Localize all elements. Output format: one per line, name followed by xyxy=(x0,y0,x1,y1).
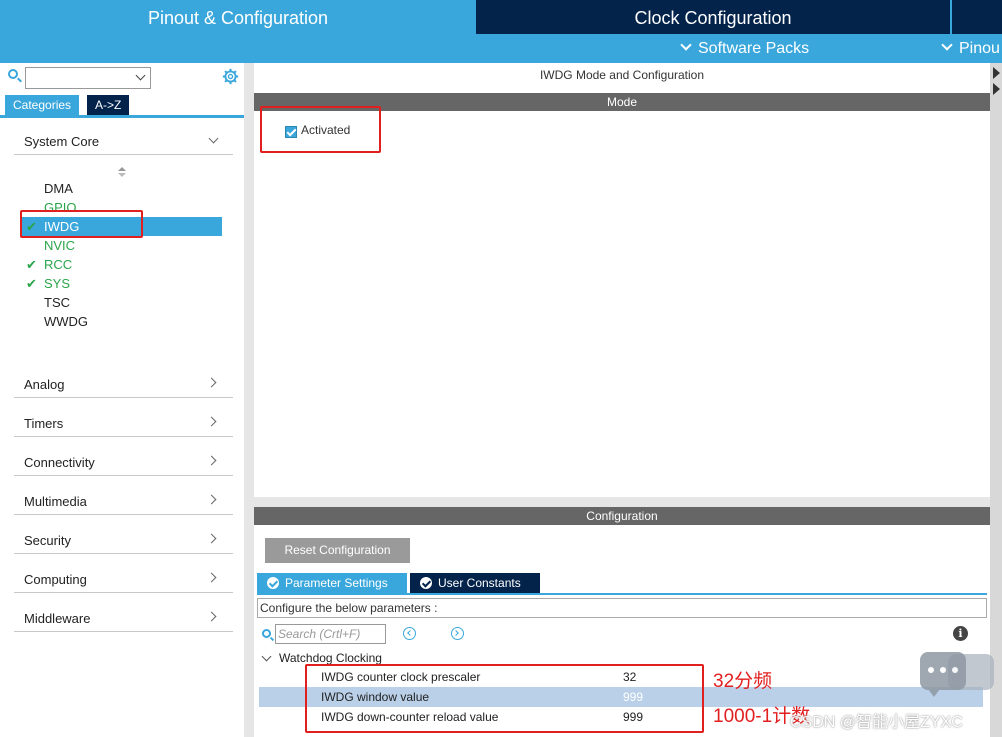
group-label: Multimedia xyxy=(24,494,87,509)
tab-label: Parameter Settings xyxy=(285,576,388,590)
annotation-box-iwdg xyxy=(20,210,143,238)
gear-icon[interactable] xyxy=(222,68,239,85)
configure-instructions: Configure the below parameters : xyxy=(257,598,987,618)
chevron-down-icon[interactable] xyxy=(261,651,272,662)
reset-configuration-button[interactable]: Reset Configuration xyxy=(265,538,410,563)
peripheral-label: TSC xyxy=(44,295,70,310)
check-circle-icon xyxy=(267,577,279,589)
tab-label: User Constants xyxy=(438,576,521,590)
tab-categories[interactable]: Categories xyxy=(5,95,80,115)
group-item[interactable]: Timers xyxy=(14,407,233,437)
tab-underline xyxy=(0,115,244,118)
tree-group-watchdog-clocking[interactable]: Watchdog Clocking xyxy=(279,651,382,665)
right-side-scrollbar[interactable] xyxy=(990,63,1002,737)
group-item[interactable]: Analog xyxy=(14,368,233,398)
chevron-down-icon xyxy=(208,133,219,144)
group-system-core[interactable]: System Core xyxy=(14,125,233,155)
peripheral-item[interactable]: ✔ SYS xyxy=(22,274,222,293)
left-panel-splitter[interactable] xyxy=(244,63,254,737)
tab-parameter-settings[interactable]: Parameter Settings xyxy=(257,573,407,593)
chevron-down-icon xyxy=(680,39,692,51)
pinout-menu[interactable]: Pinou xyxy=(941,34,1000,63)
annotation-prescaler-note: 32分频 xyxy=(713,671,773,692)
tab-underline xyxy=(257,593,987,595)
panel-splitter[interactable] xyxy=(254,497,990,507)
group-label: Computing xyxy=(24,572,87,587)
sort-icon[interactable] xyxy=(118,167,126,177)
previous-result-icon[interactable] xyxy=(403,627,416,640)
peripheral-item[interactable]: WWDG xyxy=(22,312,222,331)
peripheral-item[interactable]: DMA xyxy=(22,179,222,198)
check-circle-icon xyxy=(420,577,432,589)
page-title: IWDG Mode and Configuration xyxy=(539,68,705,82)
chevron-right-icon xyxy=(206,494,217,505)
group-label: Middleware xyxy=(24,611,91,626)
mode-panel xyxy=(254,111,990,497)
next-result-icon[interactable] xyxy=(451,627,464,640)
peripheral-item[interactable]: ✔ RCC xyxy=(22,255,222,274)
app-root: Pinout & Configuration Clock Configurati… xyxy=(0,0,1002,737)
annotation-box-params xyxy=(305,664,704,733)
tab-pinout-configuration[interactable]: Pinout & Configuration xyxy=(0,0,476,34)
group-label: Security xyxy=(24,533,71,548)
tab-user-constants[interactable]: User Constants xyxy=(410,573,540,593)
peripheral-label: NVIC xyxy=(44,238,76,253)
group-label: System Core xyxy=(24,134,100,149)
configuration-band: Configuration xyxy=(254,507,990,525)
main-area: IWDG Mode and Configuration Mode Activat… xyxy=(254,63,990,737)
group-item[interactable]: Security xyxy=(14,524,233,554)
checkmark-icon: ✔ xyxy=(26,276,37,291)
search-combobox[interactable] xyxy=(25,67,151,89)
group-item[interactable]: Middleware xyxy=(14,602,233,632)
group-item[interactable]: Connectivity xyxy=(14,446,233,476)
peripheral-label: DMA xyxy=(44,181,73,196)
watermark: CSDN @智能小屋ZYXC xyxy=(790,714,963,731)
categories-panel: Categories A->Z System Core DMA GPIO ✔ IWDG… xyxy=(0,63,246,737)
group-label: Connectivity xyxy=(24,455,95,470)
search-icon[interactable] xyxy=(8,69,22,83)
peripheral-item[interactable]: NVIC xyxy=(22,236,222,255)
peripheral-item[interactable]: TSC xyxy=(22,293,222,312)
software-packs-label: Software Packs xyxy=(698,40,810,57)
chevron-right-icon xyxy=(206,416,217,427)
tab-clock-configuration[interactable]: Clock Configuration xyxy=(476,0,950,34)
group-item[interactable]: Computing xyxy=(14,563,233,593)
info-icon[interactable]: i xyxy=(953,626,968,641)
pinout-menu-label: Pinou xyxy=(959,40,1000,57)
group-item[interactable]: Multimedia xyxy=(14,485,233,515)
search-icon xyxy=(262,629,275,642)
arrow-right-icon[interactable] xyxy=(993,83,1000,95)
arrow-right-icon[interactable] xyxy=(993,67,1000,79)
chevron-down-icon[interactable] xyxy=(135,70,146,81)
tab-overflow[interactable] xyxy=(952,0,1002,34)
peripheral-label: RCC xyxy=(44,257,73,272)
chevron-right-icon xyxy=(206,572,217,583)
peripheral-label: WWDG xyxy=(44,314,89,329)
group-label: Timers xyxy=(24,416,64,431)
chat-icon[interactable] xyxy=(920,652,966,697)
peripheral-label: SYS xyxy=(44,276,71,291)
parameter-search-input[interactable]: Search (Crtl+F) xyxy=(275,624,386,644)
checkmark-icon: ✔ xyxy=(26,257,37,272)
chevron-right-icon xyxy=(206,455,217,466)
chevron-right-icon xyxy=(206,533,217,544)
tab-a-to-z[interactable]: A->Z xyxy=(87,95,130,115)
group-label: Analog xyxy=(24,377,65,392)
top-header: Pinout & Configuration Clock Configurati… xyxy=(0,0,1002,63)
annotation-box-activated xyxy=(260,106,381,153)
chevron-right-icon xyxy=(206,611,217,622)
chevron-down-icon xyxy=(941,39,953,51)
chevron-right-icon xyxy=(206,377,217,388)
software-packs-menu[interactable]: Software Packs xyxy=(680,34,810,63)
